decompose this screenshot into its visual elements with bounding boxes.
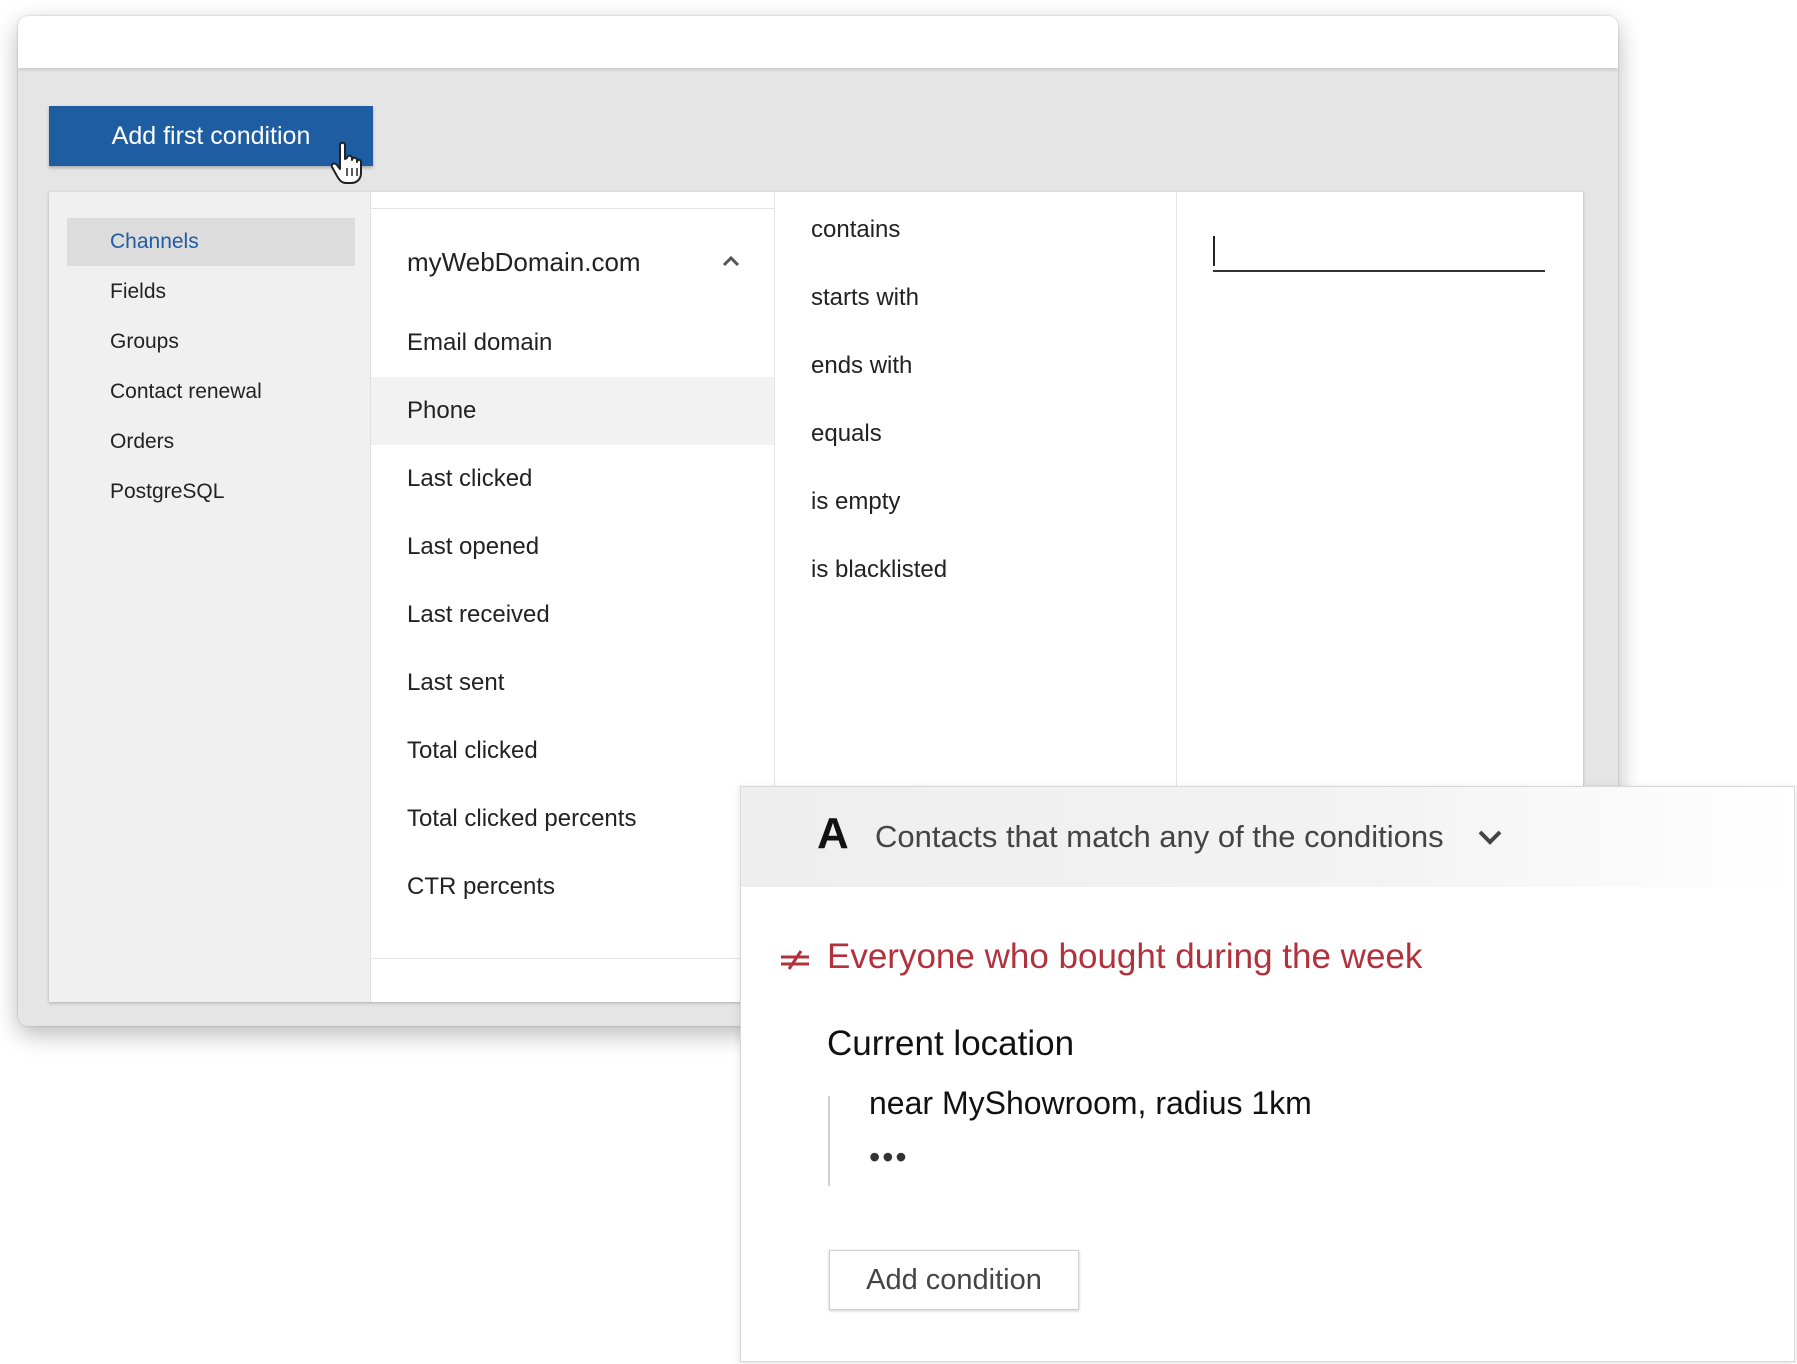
- field-item-last-sent[interactable]: Last sent: [371, 649, 774, 717]
- location-value: near MyShowroom, radius 1km: [869, 1085, 1312, 1121]
- operator-item-is-empty[interactable]: is empty: [811, 482, 900, 522]
- chevron-up-icon: [722, 255, 740, 267]
- field-list: myWebDomain.com Email domain Phone Last …: [371, 192, 775, 1002]
- group-letter: A: [817, 809, 849, 858]
- value-input[interactable]: [1213, 232, 1545, 272]
- operator-item-is-blacklisted[interactable]: is blacklisted: [811, 550, 947, 590]
- chevron-down-icon[interactable]: [1476, 827, 1504, 847]
- field-item-phone[interactable]: Phone: [371, 377, 774, 445]
- text-caret: [1213, 236, 1215, 266]
- category-item-contact-renewal[interactable]: Contact renewal: [67, 368, 355, 416]
- field-item-total-clicked-percents[interactable]: Total clicked percents: [371, 785, 774, 853]
- location-label: Current location: [827, 1024, 1075, 1063]
- more-conditions-ellipsis[interactable]: •••: [869, 1139, 909, 1176]
- condition-icon: [781, 950, 809, 970]
- window-topbar: [18, 16, 1618, 68]
- field-item-total-clicked[interactable]: Total clicked: [371, 717, 774, 785]
- add-first-condition-button[interactable]: Add first condition: [49, 106, 373, 166]
- operator-item-contains[interactable]: contains: [811, 210, 900, 250]
- add-condition-button[interactable]: Add condition: [829, 1250, 1079, 1310]
- category-item-orders[interactable]: Orders: [67, 418, 355, 466]
- condition-group-header: A Contacts that match any of the conditi…: [741, 787, 1794, 887]
- segment-condition-card: A Contacts that match any of the conditi…: [740, 786, 1795, 1362]
- match-mode-selector[interactable]: Contacts that match any of the condition…: [875, 819, 1444, 855]
- condition-title[interactable]: Everyone who bought during the week: [827, 937, 1422, 977]
- field-item-last-received[interactable]: Last received: [371, 581, 774, 649]
- field-item-last-opened[interactable]: Last opened: [371, 513, 774, 581]
- divider: [371, 208, 774, 209]
- category-list: Channels Fields Groups Contact renewal O…: [49, 192, 371, 1002]
- category-item-fields[interactable]: Fields: [67, 268, 355, 316]
- field-item-email-domain[interactable]: Email domain: [371, 309, 774, 377]
- category-item-postgresql[interactable]: PostgreSQL: [67, 468, 355, 516]
- operator-item-ends-with[interactable]: ends with: [811, 346, 912, 386]
- operator-item-equals[interactable]: equals: [811, 414, 882, 454]
- category-item-channels[interactable]: Channels: [67, 218, 355, 266]
- category-item-groups[interactable]: Groups: [67, 318, 355, 366]
- operator-item-starts-with[interactable]: starts with: [811, 278, 919, 318]
- location-indent-bar: [828, 1096, 830, 1186]
- domain-label: myWebDomain.com: [407, 246, 641, 277]
- divider: [371, 958, 774, 959]
- field-item-last-clicked[interactable]: Last clicked: [371, 445, 774, 513]
- hand-pointer-icon: [330, 141, 362, 184]
- field-item-ctr-percents[interactable]: CTR percents: [371, 853, 774, 921]
- domain-group-header[interactable]: myWebDomain.com: [371, 232, 774, 292]
